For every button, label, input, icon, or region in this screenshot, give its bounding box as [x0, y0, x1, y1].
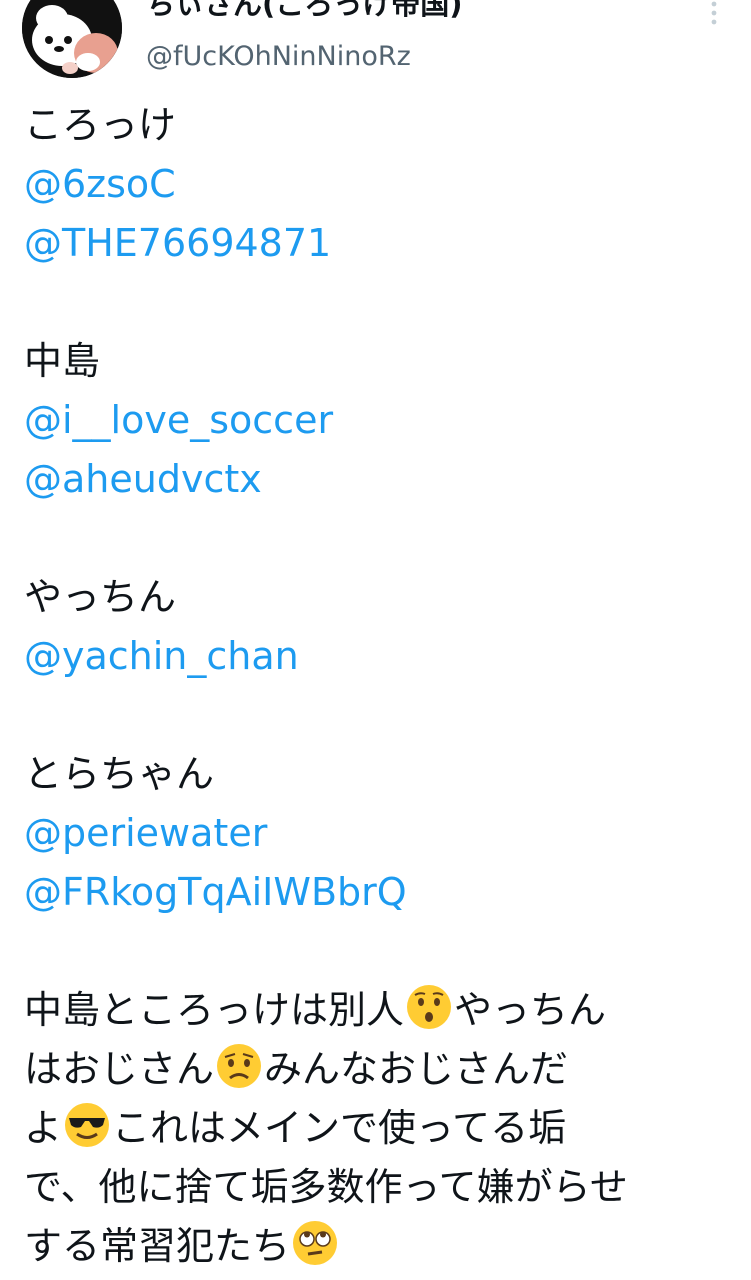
closing-text: みんなおじさんだ — [264, 1047, 569, 1091]
closing-text: やっちん — [454, 988, 607, 1032]
closing-text: これはメインで使ってる垢 — [112, 1106, 567, 1150]
tweet-header: ちぃさん(ころっけ帝国) @fUcKOhNinNinoRz — [0, 0, 751, 90]
closing-text: よ — [24, 1106, 63, 1150]
author-handle[interactable]: @fUcKOhNinNinoRz — [146, 38, 411, 76]
more-vertical-icon[interactable] — [700, 0, 728, 28]
closing-line-5: する常習犯たち — [24, 1217, 729, 1276]
mention-link[interactable]: @periewater — [24, 804, 729, 863]
closing-line-3: よ これはメインで使ってる垢 — [24, 1099, 729, 1158]
avatar-image — [22, 0, 122, 78]
closing-line-2: はおじさん みんなおじさんだ — [24, 1040, 729, 1099]
avatar[interactable] — [22, 0, 122, 78]
group-name-yacchin: やっちん — [24, 575, 177, 619]
worried-face-emoji — [217, 1044, 262, 1088]
closing-line-1: 中島ところっけは別人 やっちん — [24, 981, 729, 1040]
sunglasses-face-emoji — [65, 1103, 110, 1147]
author-display-name[interactable]: ちぃさん(ころっけ帝国) — [146, 0, 463, 24]
mention-link[interactable]: @i__love_soccer — [24, 391, 729, 450]
closing-line-4: で、他に捨て垢多数作って嫌がらせ — [24, 1165, 628, 1209]
closing-text: 中島ところっけは別人 — [24, 988, 405, 1032]
rolling-eyes-emoji — [293, 1221, 338, 1265]
hushed-face-emoji — [407, 985, 452, 1029]
group-name-torachan: とらちゃん — [24, 752, 215, 796]
mention-link[interactable]: @THE76694871 — [24, 214, 729, 273]
mention-link[interactable]: @yachin_chan — [24, 627, 729, 686]
mention-link[interactable]: @6zsoC — [24, 155, 729, 214]
closing-text: する常習犯たち — [24, 1224, 291, 1268]
tweet-text: ころっけ @6zsoC @THE76694871 中島 @i__love_soc… — [24, 96, 729, 1276]
mention-link[interactable]: @FRkogTqAiIWBbrQ — [24, 863, 729, 922]
mention-link[interactable]: @aheudvctx — [24, 450, 729, 509]
closing-text: はおじさん — [24, 1047, 215, 1091]
group-name-korokke: ころっけ — [24, 103, 177, 147]
group-name-nakajima: 中島 — [24, 339, 101, 383]
